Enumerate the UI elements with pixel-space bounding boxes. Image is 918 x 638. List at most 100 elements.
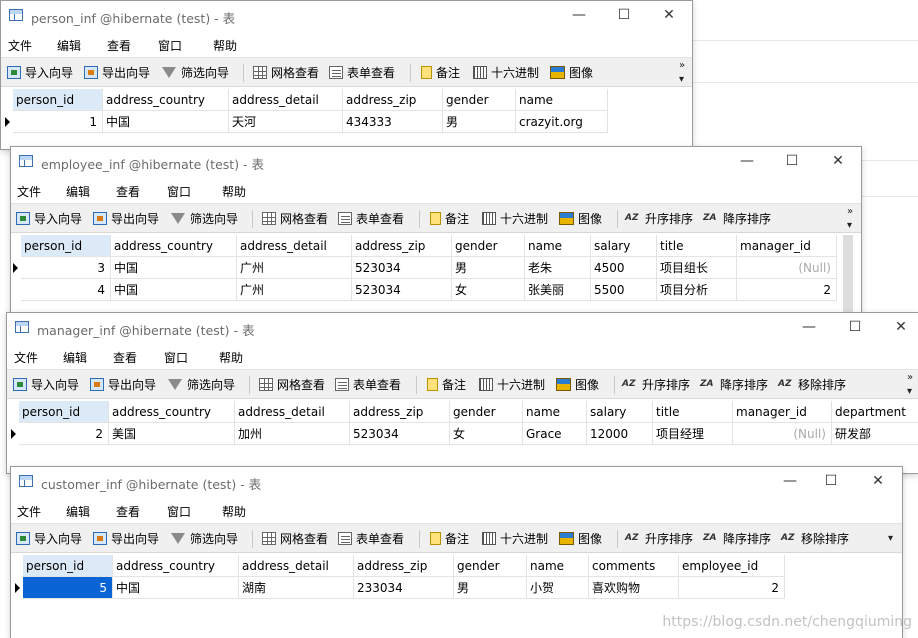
filter-wizard-button[interactable]: 筛选向导 xyxy=(162,63,229,81)
image-button[interactable]: 图像 xyxy=(559,209,602,227)
table-cell[interactable]: Grace xyxy=(523,423,587,445)
hex-button[interactable]: 十六进制 xyxy=(482,529,548,547)
export-wizard-button[interactable]: 导出向导 xyxy=(93,209,159,227)
table-cell[interactable]: crazyit.org xyxy=(516,111,608,133)
sort-ascending-button[interactable]: AZ 升序排序 xyxy=(622,375,690,393)
menu-window[interactable]: 窗口 xyxy=(158,37,182,54)
close-button[interactable]: ✕ xyxy=(827,151,849,171)
table-cell[interactable]: 喜欢购物 xyxy=(589,577,679,599)
grid-view-button[interactable]: 网格查看 xyxy=(262,209,328,227)
title-bar[interactable]: customer_inf @hibernate (test) - 表 — ☐ ✕ xyxy=(11,467,902,497)
table-cell[interactable]: 项目组长 xyxy=(657,257,737,279)
grid-view-button[interactable]: 网格查看 xyxy=(262,529,328,547)
chevron-down-icon[interactable]: ▾ xyxy=(888,533,893,544)
minimize-button[interactable]: — xyxy=(779,471,801,491)
table-cell[interactable]: 项目经理 xyxy=(653,423,733,445)
menu-edit[interactable]: 编辑 xyxy=(57,37,81,54)
menu-window[interactable]: 窗口 xyxy=(164,349,188,366)
table-cell[interactable]: 523034 xyxy=(352,257,452,279)
hex-button[interactable]: 十六进制 xyxy=(482,209,548,227)
menu-view[interactable]: 查看 xyxy=(107,37,131,54)
column-header[interactable]: address_country xyxy=(103,89,229,111)
table-cell[interactable]: 1 xyxy=(13,111,103,133)
column-header[interactable]: name xyxy=(516,89,608,111)
chevron-up-icon[interactable]: » xyxy=(847,206,853,217)
grid-view-button[interactable]: 网格查看 xyxy=(253,63,319,81)
table-cell[interactable]: 老朱 xyxy=(525,257,591,279)
column-header[interactable]: address_zip xyxy=(343,89,443,111)
chevron-up-icon[interactable]: » xyxy=(679,60,685,71)
table-cell[interactable]: 美国 xyxy=(109,423,235,445)
table-cell[interactable]: 523034 xyxy=(350,423,450,445)
maximize-button[interactable]: ☐ xyxy=(820,471,842,491)
table-cell[interactable]: 天河 xyxy=(229,111,343,133)
menu-help[interactable]: 帮助 xyxy=(222,503,246,520)
image-button[interactable]: 图像 xyxy=(550,63,593,81)
column-header[interactable]: name xyxy=(525,235,591,257)
table-cell[interactable]: 2 xyxy=(19,423,109,445)
menu-edit[interactable]: 编辑 xyxy=(66,503,90,520)
menu-view[interactable]: 查看 xyxy=(113,349,137,366)
table-cell[interactable]: 中国 xyxy=(113,577,239,599)
filter-wizard-button[interactable]: 筛选向导 xyxy=(171,529,238,547)
sort-ascending-button[interactable]: AZ 升序排序 xyxy=(625,209,693,227)
column-header[interactable]: employee_id xyxy=(679,555,785,577)
title-bar[interactable]: employee_inf @hibernate (test) - 表 — ☐ ✕ xyxy=(11,147,861,177)
chevron-up-icon[interactable]: » xyxy=(907,372,913,383)
table-cell[interactable]: 广州 xyxy=(237,257,352,279)
form-view-button[interactable]: 表单查看 xyxy=(329,63,395,81)
menu-help[interactable]: 帮助 xyxy=(222,183,246,200)
column-header[interactable]: address_country xyxy=(113,555,239,577)
table-cell[interactable]: 女 xyxy=(450,423,523,445)
filter-wizard-button[interactable]: 筛选向导 xyxy=(168,375,235,393)
maximize-button[interactable]: ☐ xyxy=(844,317,866,337)
table-cell[interactable]: (Null) xyxy=(737,257,837,279)
column-header[interactable]: salary xyxy=(591,235,657,257)
menu-help[interactable]: 帮助 xyxy=(213,37,237,54)
column-header[interactable]: address_zip xyxy=(354,555,454,577)
column-header[interactable]: manager_id xyxy=(737,235,837,257)
menu-file[interactable]: 文件 xyxy=(17,503,41,520)
import-wizard-button[interactable]: 导入向导 xyxy=(7,63,73,81)
column-header[interactable]: salary xyxy=(587,401,653,423)
column-header[interactable]: person_id xyxy=(13,89,103,111)
column-header[interactable]: department xyxy=(832,401,918,423)
menu-file[interactable]: 文件 xyxy=(8,37,32,54)
table-cell[interactable]: 523034 xyxy=(352,279,452,301)
chevron-down-icon[interactable]: ▾ xyxy=(679,74,684,85)
table-cell[interactable]: 5500 xyxy=(591,279,657,301)
column-header[interactable]: person_id xyxy=(21,235,111,257)
export-wizard-button[interactable]: 导出向导 xyxy=(93,529,159,547)
table-cell[interactable]: (Null) xyxy=(733,423,832,445)
table-cell[interactable]: 434333 xyxy=(343,111,443,133)
table-cell[interactable]: 2 xyxy=(679,577,785,599)
menu-window[interactable]: 窗口 xyxy=(167,183,191,200)
table-cell[interactable]: 张美丽 xyxy=(525,279,591,301)
column-header[interactable]: gender xyxy=(443,89,516,111)
menu-edit[interactable]: 编辑 xyxy=(63,349,87,366)
image-button[interactable]: 图像 xyxy=(556,375,599,393)
menu-edit[interactable]: 编辑 xyxy=(66,183,90,200)
table-cell[interactable]: 广州 xyxy=(237,279,352,301)
form-view-button[interactable]: 表单查看 xyxy=(338,529,404,547)
column-header[interactable]: address_detail xyxy=(237,235,352,257)
sort-ascending-button[interactable]: AZ 升序排序 xyxy=(625,529,693,547)
table-cell[interactable]: 男 xyxy=(443,111,516,133)
import-wizard-button[interactable]: 导入向导 xyxy=(13,375,79,393)
column-header[interactable]: manager_id xyxy=(733,401,832,423)
import-wizard-button[interactable]: 导入向导 xyxy=(16,529,82,547)
column-header[interactable]: address_detail xyxy=(239,555,354,577)
maximize-button[interactable]: ☐ xyxy=(781,151,803,171)
sort-descending-button[interactable]: ZA 降序排序 xyxy=(703,529,771,547)
table-cell[interactable]: 男 xyxy=(452,257,525,279)
title-bar[interactable]: manager_inf @hibernate (test) - 表 — ☐ ✕ xyxy=(7,313,918,343)
table-cell[interactable]: 3 xyxy=(21,257,111,279)
filter-wizard-button[interactable]: 筛选向导 xyxy=(171,209,238,227)
table-cell[interactable]: 4 xyxy=(21,279,111,301)
table-cell[interactable]: 12000 xyxy=(587,423,653,445)
menu-window[interactable]: 窗口 xyxy=(167,503,191,520)
minimize-button[interactable]: — xyxy=(798,317,820,337)
column-header[interactable]: person_id xyxy=(23,555,113,577)
column-header[interactable]: gender xyxy=(454,555,527,577)
close-button[interactable]: ✕ xyxy=(890,317,912,337)
